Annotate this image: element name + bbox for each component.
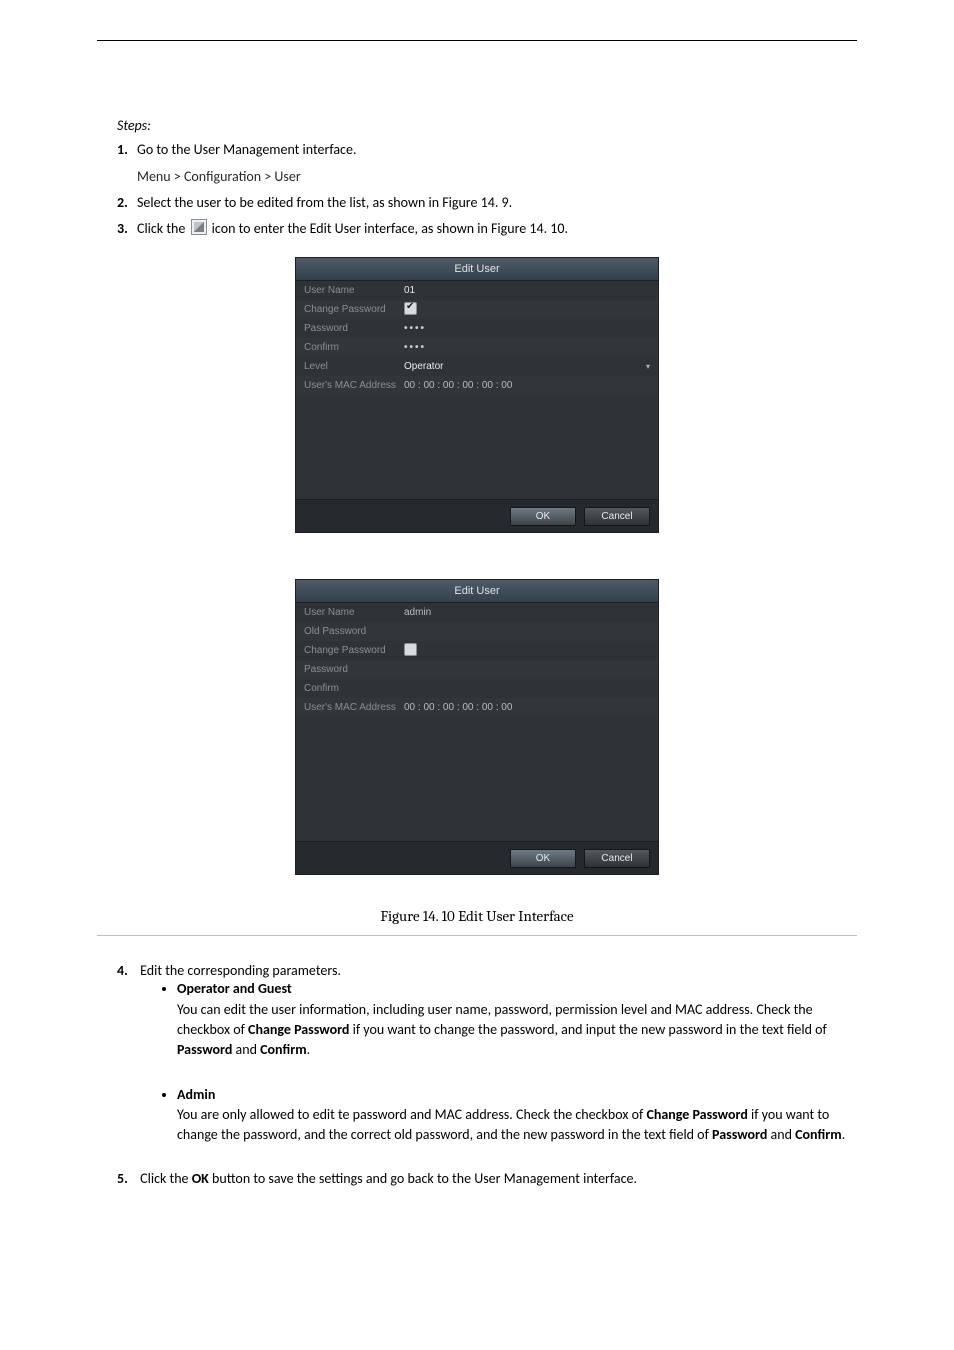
- field-label: User Name: [304, 607, 404, 618]
- form-row: User Name01: [296, 281, 658, 300]
- checkbox-field[interactable]: [404, 302, 650, 318]
- form-row: Old Password: [296, 622, 658, 641]
- field-label: Change Password: [304, 304, 404, 315]
- edit-user-dialog-operator: Edit User User Name01Change PasswordPass…: [295, 257, 659, 533]
- edit-user-dialog-admin: Edit User User NameadminOld PasswordChan…: [295, 579, 659, 875]
- form-row: Change Password: [296, 641, 658, 660]
- step-item: 1.Go to the User Management interface.: [117, 140, 857, 160]
- hidden-heading: 14.5.3Editing a User: [97, 67, 857, 82]
- step5-text: Click the OK button to save the settings…: [140, 1170, 637, 1187]
- field-label: Confirm: [304, 342, 404, 353]
- checkbox[interactable]: [404, 643, 417, 656]
- field-label: Confirm: [304, 683, 404, 694]
- form-row: User Nameadmin: [296, 603, 658, 622]
- bullet-item: AdminYou are only allowed to edit te pas…: [177, 1085, 857, 1146]
- checkbox-field[interactable]: [404, 643, 650, 659]
- field-label: Level: [304, 361, 404, 372]
- figure-caption: Figure 14. 10 Edit User Interface: [97, 907, 857, 925]
- form-row: LevelOperator▾: [296, 357, 658, 376]
- top-rule: [97, 40, 857, 41]
- form-row: Confirm: [296, 679, 658, 698]
- field-label: User Name: [304, 285, 404, 296]
- field-label: Change Password: [304, 645, 404, 656]
- step-item: 2.Select the user to be edited from the …: [117, 193, 857, 213]
- value-field: ••••: [404, 342, 650, 353]
- form-row: User's MAC Address00 : 00 : 00 : 00 : 00…: [296, 376, 658, 395]
- field-label: Old Password: [304, 626, 404, 637]
- value-field: 00 : 00 : 00 : 00 : 00 : 00: [404, 702, 650, 713]
- bullet-item: Operator and GuestYou can edit the user …: [177, 979, 857, 1060]
- form-row: Password••••: [296, 319, 658, 338]
- checkbox[interactable]: [404, 302, 417, 315]
- field-label: Password: [304, 664, 404, 675]
- form-row: Password: [296, 660, 658, 679]
- value-field: 00 : 00 : 00 : 00 : 00 : 00: [404, 380, 650, 391]
- form-row: Change Password: [296, 300, 658, 319]
- field-label: Password: [304, 323, 404, 334]
- value-field: admin: [404, 607, 650, 618]
- steps-block: Steps: 1.Go to the User Management inter…: [117, 116, 857, 239]
- steps-intro: Steps:: [117, 117, 151, 134]
- dialog-title: Edit User: [296, 258, 658, 281]
- ok-button[interactable]: OK: [510, 849, 576, 868]
- value-field: ••••: [404, 323, 650, 334]
- edit-icon: [191, 219, 207, 235]
- step-item: 3.Click the icon to enter the Edit User …: [117, 219, 857, 239]
- cancel-button[interactable]: Cancel: [584, 849, 650, 868]
- step-item: Menu > Configuration > User: [117, 167, 857, 187]
- step4-text: Edit the corresponding parameters.: [140, 962, 341, 979]
- dropdown-field[interactable]: Operator: [404, 361, 640, 372]
- field-label: User's MAC Address: [304, 380, 404, 391]
- field-label: User's MAC Address: [304, 702, 404, 713]
- ok-button[interactable]: OK: [510, 507, 576, 526]
- chevron-down-icon[interactable]: ▾: [640, 362, 650, 371]
- dialog-title: Edit User: [296, 580, 658, 603]
- cancel-button[interactable]: Cancel: [584, 507, 650, 526]
- caption-rule: [97, 935, 857, 936]
- value-field: 01: [404, 285, 650, 296]
- form-row: Confirm••••: [296, 338, 658, 357]
- form-row: User's MAC Address00 : 00 : 00 : 00 : 00…: [296, 698, 658, 717]
